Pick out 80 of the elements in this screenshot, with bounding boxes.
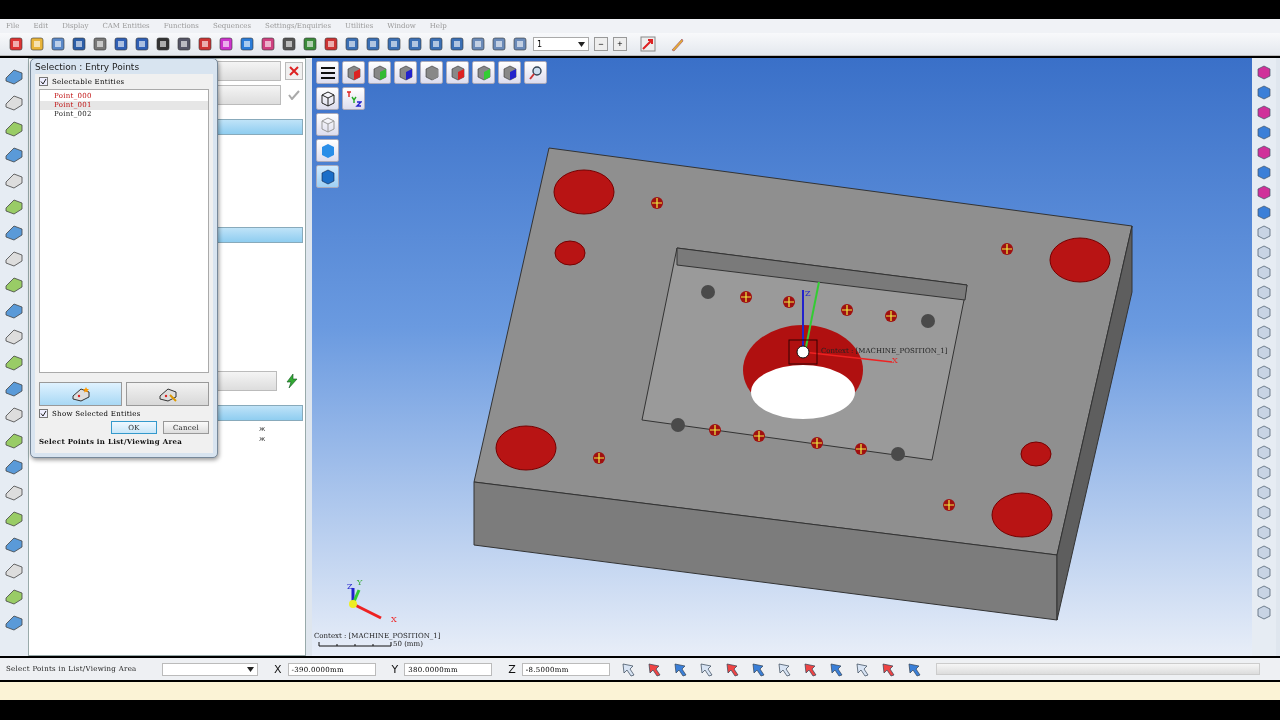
tool-icon[interactable] [1256, 524, 1272, 540]
solid-cube-icon[interactable] [316, 165, 339, 188]
tool-icon[interactable] [1256, 464, 1272, 480]
cube-view-icon[interactable] [472, 61, 495, 84]
unpick-points-button[interactable] [126, 382, 209, 406]
axis-label: X [391, 615, 397, 624]
tool-icon[interactable] [1256, 244, 1272, 260]
checkbox[interactable] [39, 409, 48, 418]
wireframe-cube-icon[interactable] [316, 87, 339, 110]
close-icon [289, 66, 299, 76]
status-tool-icon[interactable] [801, 661, 818, 677]
layer-dropdown[interactable]: 1 [533, 37, 589, 51]
caret-icon [247, 666, 254, 672]
tool-icon[interactable] [1256, 324, 1272, 340]
dialog-title: Selection : Entry Points [34, 61, 141, 74]
checkmark-icon[interactable] [288, 90, 300, 100]
cube-view-icon[interactable] [498, 61, 521, 84]
tool-icon[interactable] [1256, 224, 1272, 240]
status-tool-icon[interactable] [827, 661, 844, 677]
status-tool-icon[interactable] [645, 661, 662, 677]
cube-view-icon[interactable] [420, 61, 443, 84]
tool-icon[interactable] [1256, 584, 1272, 600]
tool-icon[interactable] [1256, 164, 1272, 180]
caret-icon [578, 41, 585, 47]
axis-label: Z [805, 289, 811, 298]
close-button[interactable] [285, 62, 303, 80]
tool-icon[interactable] [1256, 364, 1272, 380]
tool-icon[interactable] [1256, 444, 1272, 460]
block-pencil-icon [157, 386, 178, 402]
tool-icon[interactable] [1256, 384, 1272, 400]
tool-icon[interactable] [1256, 604, 1272, 620]
lightning-icon[interactable] [284, 373, 300, 389]
tool-icon[interactable] [1256, 484, 1272, 500]
increment-button[interactable]: + [613, 37, 627, 51]
status-tool-icon[interactable] [671, 661, 688, 677]
tool-icon[interactable] [1256, 264, 1272, 280]
status-tool-icon[interactable] [619, 661, 636, 677]
status-tool-icon[interactable] [853, 661, 870, 677]
status-tool-icon[interactable] [775, 661, 792, 677]
tool-icon[interactable] [1256, 104, 1272, 120]
status-tool-icon[interactable] [723, 661, 740, 677]
tool-icon[interactable] [1256, 124, 1272, 140]
coordinate-label: Y [391, 662, 399, 676]
tool-icon[interactable] [1256, 504, 1272, 520]
status-tool-icon[interactable] [749, 661, 766, 677]
cube-view-icon[interactable] [342, 61, 365, 84]
tool-icon[interactable] [1256, 304, 1272, 320]
cube-view-icon[interactable] [368, 61, 391, 84]
cube-view-icon[interactable] [446, 61, 469, 84]
axis-label: Z [347, 582, 353, 591]
tool-icon[interactable] [1256, 424, 1272, 440]
tool-icon[interactable] [1256, 204, 1272, 220]
menu-icon [320, 66, 335, 79]
axes-letters-icon[interactable] [342, 87, 365, 110]
magnifier-icon[interactable] [524, 61, 547, 84]
cube-view-icon[interactable] [394, 61, 417, 84]
status-tool-icon[interactable] [697, 661, 714, 677]
tool-icon[interactable] [1256, 284, 1272, 300]
tool-icon[interactable] [1256, 564, 1272, 580]
tool-icon[interactable] [1256, 144, 1272, 160]
axis-label: X [892, 356, 898, 365]
solid-cube-icon[interactable] [316, 139, 339, 162]
coordinate-label: X [274, 662, 282, 676]
checkbox[interactable] [39, 77, 48, 86]
coordinate-label: Z [508, 662, 516, 676]
tool-icon[interactable] [1256, 84, 1272, 100]
axis-label: Y [357, 578, 363, 587]
pen-icon[interactable] [669, 36, 685, 52]
tool-icon[interactable] [1256, 344, 1272, 360]
status-tool-icon[interactable] [905, 661, 922, 677]
block-star-icon [70, 386, 91, 402]
menu-button[interactable] [316, 61, 339, 84]
tool-icon[interactable] [1256, 184, 1272, 200]
tool-icon[interactable] [1256, 404, 1272, 420]
tool-icon[interactable] [1256, 64, 1272, 80]
status-tool-icon[interactable] [879, 661, 896, 677]
tool-icon[interactable] [1256, 544, 1272, 560]
axis-triad-drawing [349, 588, 382, 620]
decrement-button[interactable]: − [594, 37, 608, 51]
arrow-icon[interactable] [640, 36, 656, 52]
